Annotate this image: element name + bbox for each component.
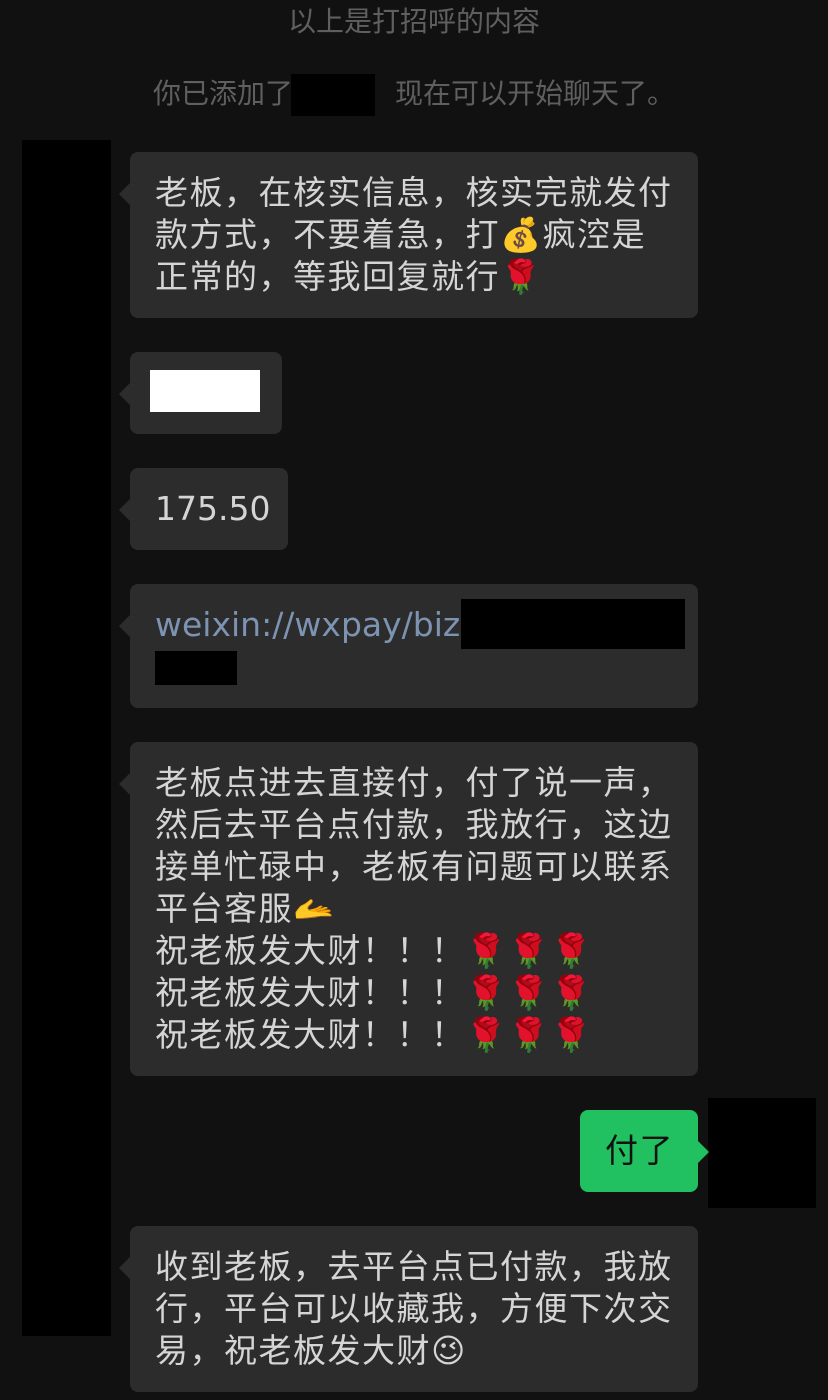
message-bubble[interactable]: 老板，在核实信息，核实完就发付 款方式，不要着急，打💰疯涳是 正常的，等我回复就… <box>119 152 698 318</box>
greeting-note: 以上是打招呼的内容 <box>287 5 540 38</box>
message-text-line: 祝老板发大财！！！🌹🌹🌹 <box>155 1015 594 1054</box>
redacted-link-part <box>155 651 237 685</box>
redacted-contact-name <box>291 74 375 116</box>
message-text-line: 接单忙碌中，老板有问题可以联系 <box>155 847 673 886</box>
message-text-line: 行，平台可以收藏我，方便下次交 <box>155 1289 673 1328</box>
message-text-line: 正常的，等我回复就行🌹 <box>155 257 543 296</box>
added-prefix: 你已添加了 <box>152 77 293 110</box>
message-text-line: 款方式，不要着急，打💰疯涳是 <box>155 215 647 254</box>
message-text-line: 老板，在核实信息，核实完就发付 <box>155 173 673 212</box>
message-bubble[interactable]: 收到老板，去平台点已付款，我放 行，平台可以收藏我，方便下次交 易，祝老板发大财… <box>119 1226 698 1392</box>
message-text: 付了 <box>605 1131 674 1170</box>
friend-added-notice: 你已添加了 现在可以开始聊天了。 <box>0 74 828 116</box>
message-bubble[interactable]: weixin://wxpay/bizpa <box>119 584 698 708</box>
message-text-line: 然后去平台点付款，我放行，这边 <box>155 805 673 844</box>
my-message-bubble[interactable]: 付了 <box>580 1110 709 1192</box>
message-bubble[interactable]: 175.50 <box>119 468 288 550</box>
redacted-link-part <box>461 599 685 649</box>
amount-text: 175.50 <box>155 489 271 528</box>
message-text-line: 祝老板发大财！！！🌹🌹🌹 <box>155 931 594 970</box>
message-bubble[interactable] <box>119 352 282 434</box>
added-suffix: 现在可以开始聊天了。 <box>395 77 676 110</box>
message-text-line: 老板点进去直接付，付了说一声， <box>155 763 673 802</box>
redacted-message-content <box>150 370 260 412</box>
message-text-line: 易，祝老板发大财😉 <box>155 1331 467 1370</box>
message-text-line: 收到老板，去平台点已付款，我放 <box>155 1247 673 1286</box>
contact-avatar-redacted[interactable] <box>22 140 111 1336</box>
message-text-line: 平台客服🫴 <box>155 889 336 928</box>
message-text-line: 祝老板发大财！！！🌹🌹🌹 <box>155 973 594 1012</box>
my-avatar-redacted[interactable] <box>708 1098 816 1208</box>
message-bubble[interactable]: 老板点进去直接付，付了说一声， 然后去平台点付款，我放行，这边 接单忙碌中，老板… <box>119 742 698 1076</box>
